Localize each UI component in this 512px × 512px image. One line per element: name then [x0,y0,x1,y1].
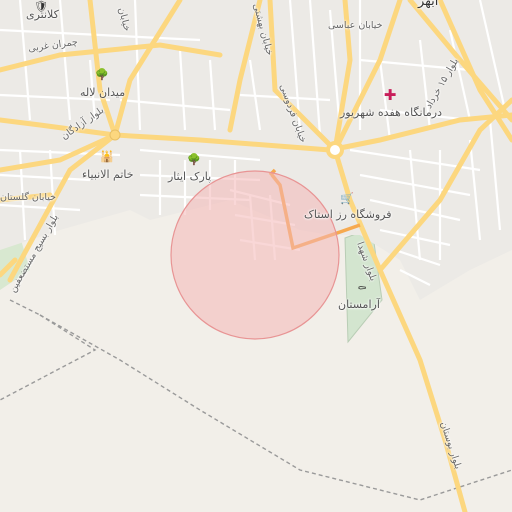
search-radius-circle [170,170,340,340]
label-meydan-laleh: میدان لاله [80,86,126,99]
map-canvas[interactable]: 🛡 🌳 🕌 🌳 ✚ 🛒 ⚰ ابهر کلانتری چمران غربی می… [0,0,512,512]
map-svg [0,0,512,512]
cemetery-icon[interactable]: ⚰ [355,282,369,296]
label-kh-abbasi: خیابان عباسی [328,20,383,31]
shopping-cart-icon[interactable]: 🛒 [340,192,354,206]
label-darmangah: درمانگاه هفده شهریور [340,106,443,119]
roundabout-west [109,129,121,141]
label-khatam: خاتم الانبیاء [82,168,134,181]
hospital-icon[interactable]: ✚ [383,88,397,103]
tree-icon[interactable]: 🌳 [187,153,201,167]
label-top-city: ابهر [418,0,439,9]
label-rozostak: فروشگاه رز استاک [304,208,392,221]
label-kalantari: کلانتری [26,8,59,21]
label-park-isar: پارک ایثار [168,170,212,183]
label-aramestan: آرامستان [338,298,380,311]
label-kh-golestan: خیابان گلستان [0,192,57,203]
roundabout-east [326,141,344,159]
mosque-icon[interactable]: 🕌 [100,150,114,164]
tree-icon[interactable]: 🌳 [95,68,109,82]
